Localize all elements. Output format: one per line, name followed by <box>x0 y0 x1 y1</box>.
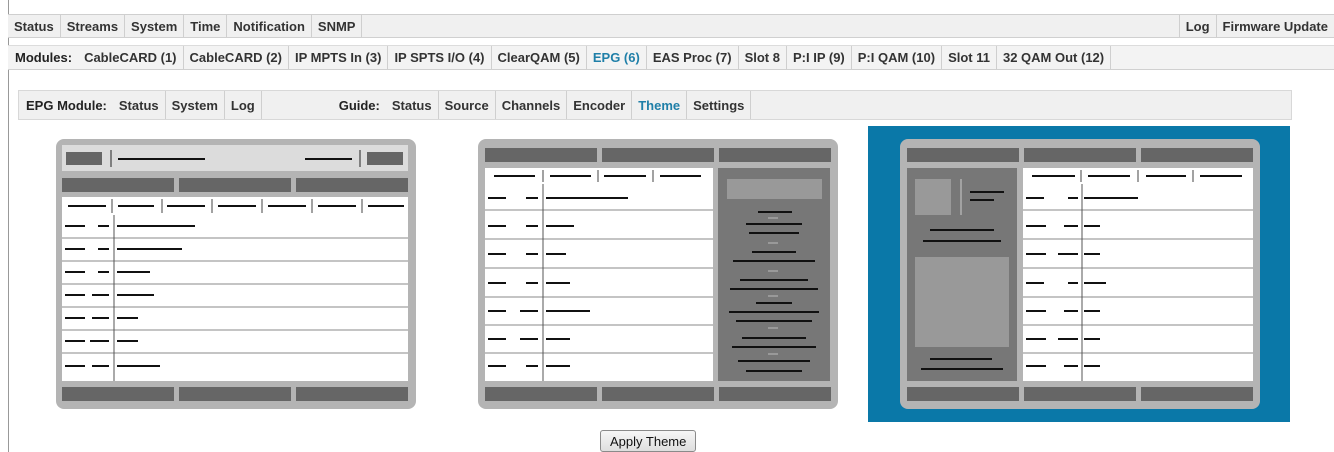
module-slot-11[interactable]: Slot 11 <box>942 46 997 69</box>
module-pi-qam[interactable]: P:I QAM (10) <box>852 46 943 69</box>
theme-3-preview <box>900 139 1260 409</box>
module-ip-mpts-in[interactable]: IP MPTS In (3) <box>289 46 389 69</box>
theme-2-preview <box>478 139 838 409</box>
module-pi-ip[interactable]: P:I IP (9) <box>787 46 852 69</box>
nav-log[interactable]: Log <box>1178 15 1217 37</box>
module-clearqam[interactable]: ClearQAM (5) <box>492 46 587 69</box>
nav-status[interactable]: Status <box>8 15 61 37</box>
nav-spacer <box>362 15 1178 37</box>
theme-option-1[interactable] <box>22 126 444 422</box>
module-eas-proc[interactable]: EAS Proc (7) <box>647 46 739 69</box>
theme-option-3[interactable] <box>868 126 1290 422</box>
nav-system[interactable]: System <box>125 15 185 37</box>
nav-snmp[interactable]: SNMP <box>312 15 363 37</box>
top-nav: Status Streams System Time Notification … <box>8 14 1334 38</box>
nav-notification[interactable]: Notification <box>227 15 312 37</box>
epg-system-tab[interactable]: System <box>166 91 225 119</box>
module-cablecard-1[interactable]: CableCARD (1) <box>78 46 184 69</box>
module-32-qam-out[interactable]: 32 QAM Out (12) <box>997 46 1112 69</box>
guide-encoder-tab[interactable]: Encoder <box>567 91 633 119</box>
module-cablecard-2[interactable]: CableCARD (2) <box>184 46 289 69</box>
guide-channels-tab[interactable]: Channels <box>496 91 568 119</box>
module-slot-8[interactable]: Slot 8 <box>739 46 787 69</box>
modules-nav: Modules: CableCARD (1) CableCARD (2) IP … <box>8 45 1334 70</box>
module-epg[interactable]: EPG (6) <box>587 46 647 69</box>
guide-label: Guide: <box>338 97 380 113</box>
guide-theme-tab[interactable]: Theme <box>632 91 688 119</box>
nav-streams[interactable]: Streams <box>61 15 126 37</box>
theme-1-preview <box>56 139 416 409</box>
theme-option-2[interactable] <box>446 126 868 422</box>
epg-subnav: EPG Module: Status System Log Guide: Sta… <box>18 90 1292 120</box>
nav-firmware-update[interactable]: Firmware Update <box>1217 15 1334 37</box>
guide-status-tab[interactable]: Status <box>386 91 439 119</box>
subnav-gap <box>262 91 332 119</box>
modules-label: Modules: <box>15 50 73 65</box>
guide-source-tab[interactable]: Source <box>439 91 496 119</box>
guide-settings-tab[interactable]: Settings <box>687 91 752 119</box>
module-ip-spts-io[interactable]: IP SPTS I/O (4) <box>388 46 492 69</box>
apply-theme-button[interactable]: Apply Theme <box>600 430 697 452</box>
epg-status-tab[interactable]: Status <box>113 91 166 119</box>
epg-log-tab[interactable]: Log <box>225 91 262 119</box>
nav-time[interactable]: Time <box>184 15 228 37</box>
epg-module-label: EPG Module: <box>26 97 107 113</box>
